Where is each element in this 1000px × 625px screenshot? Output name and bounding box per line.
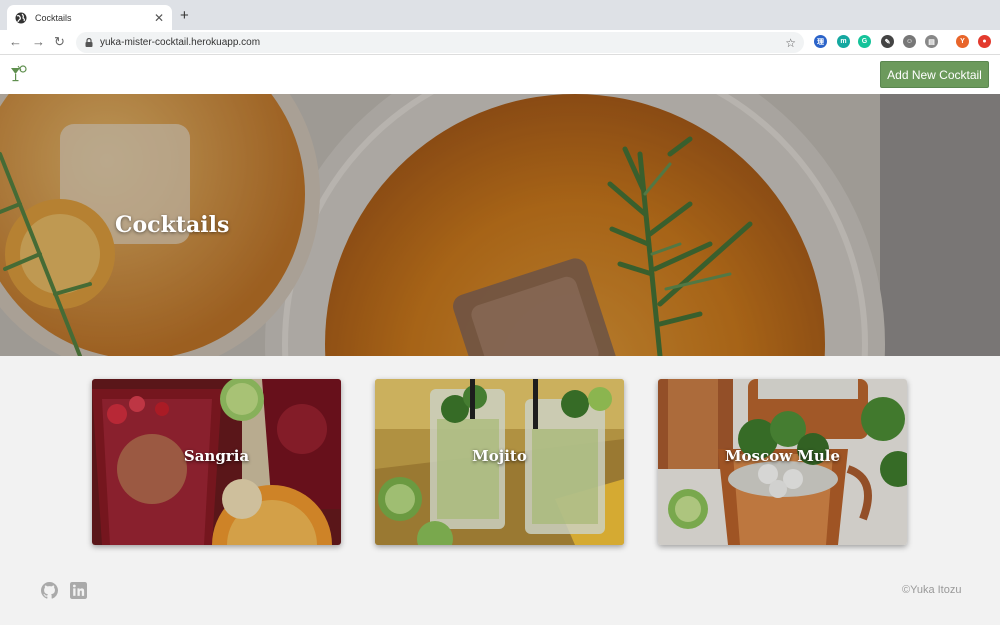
card-title-mojito: Mojito <box>472 447 527 465</box>
ext-layers-icon[interactable]: ▤ <box>925 35 938 48</box>
back-button[interactable]: ← <box>9 35 22 48</box>
browser-tab[interactable]: Cocktails ✕ <box>7 5 172 30</box>
lock-icon <box>85 38 93 47</box>
ext-red-icon[interactable]: ● <box>978 35 991 48</box>
github-icon[interactable] <box>41 582 58 599</box>
site-navbar: Add New Cocktail <box>0 55 1000 94</box>
ext-dropper-icon[interactable]: ✎ <box>881 35 894 48</box>
reload-button[interactable]: ↻ <box>54 35 65 48</box>
hero-banner: Cocktails <box>0 94 1000 356</box>
ext-m-icon[interactable]: m <box>837 35 850 48</box>
card-title-moscow-mule: Moscow Mule <box>724 447 841 465</box>
url-text: yuka-mister-cocktail.herokuapp.com <box>100 37 261 48</box>
bookmark-star-icon[interactable]: ☆ <box>785 36 796 50</box>
profile-avatar[interactable]: Y <box>956 35 969 48</box>
forward-button[interactable]: → <box>32 35 45 48</box>
hero-title: Cocktails <box>115 212 230 238</box>
ext-translate-icon[interactable]: 理 <box>814 35 827 48</box>
new-tab-button[interactable]: + <box>180 8 189 23</box>
address-bar[interactable]: yuka-mister-cocktail.herokuapp.com ☆ <box>76 32 804 53</box>
browser-toolbar: ← → ↻ yuka-mister-cocktail.herokuapp.com… <box>0 30 1000 55</box>
tab-close-icon[interactable]: ✕ <box>154 12 164 24</box>
cocktail-card-mojito[interactable]: Mojito <box>375 379 624 545</box>
browser-tabbar: Cocktails ✕ + <box>0 0 1000 30</box>
add-new-cocktail-button[interactable]: Add New Cocktail <box>880 61 989 88</box>
card-title-sangria: Sangria <box>183 447 250 465</box>
globe-icon <box>15 12 27 23</box>
copyright-text: ©Yuka Itozu <box>902 584 962 596</box>
tab-title: Cocktails <box>35 12 72 23</box>
ext-face-icon[interactable]: ☺ <box>903 35 916 48</box>
ext-grammarly-icon[interactable]: G <box>858 35 871 48</box>
cocktail-logo-icon[interactable] <box>9 65 29 83</box>
cocktail-card-moscow-mule[interactable]: Moscow Mule <box>658 379 907 545</box>
cocktail-card-sangria[interactable]: Sangria <box>92 379 341 545</box>
linkedin-icon[interactable] <box>70 582 87 599</box>
